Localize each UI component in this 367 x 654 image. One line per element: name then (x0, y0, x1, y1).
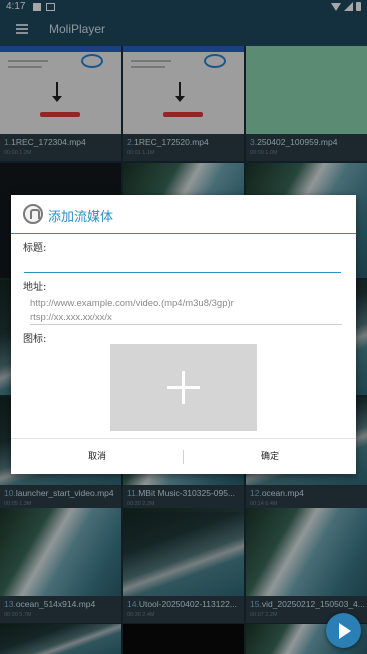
stream-icon (23, 204, 43, 224)
confirm-button[interactable]: 确定 (184, 439, 356, 474)
title-label: 标题: (23, 243, 47, 254)
title-divider (11, 233, 356, 234)
cancel-button[interactable]: 取消 (11, 439, 183, 474)
icon-label: 图标: (23, 334, 47, 345)
address-placeholder-line1: http://www.example.com/video.(mp4/m3u8/3… (30, 298, 234, 309)
play-fab[interactable] (326, 613, 361, 648)
icon-picker[interactable] (110, 344, 257, 431)
dialog-title: 添加流媒体 (48, 210, 114, 225)
add-stream-dialog: 添加流媒体 标题: 地址: http://www.example.com/vid… (11, 195, 356, 474)
title-input[interactable] (24, 255, 341, 273)
address-placeholder-line2: rtsp://xx.xxx.xx/xx/x (30, 312, 112, 323)
address-input[interactable]: http://www.example.com/video.(mp4/m3u8/3… (30, 297, 342, 325)
address-label: 地址: (23, 282, 47, 293)
play-icon (339, 623, 351, 639)
